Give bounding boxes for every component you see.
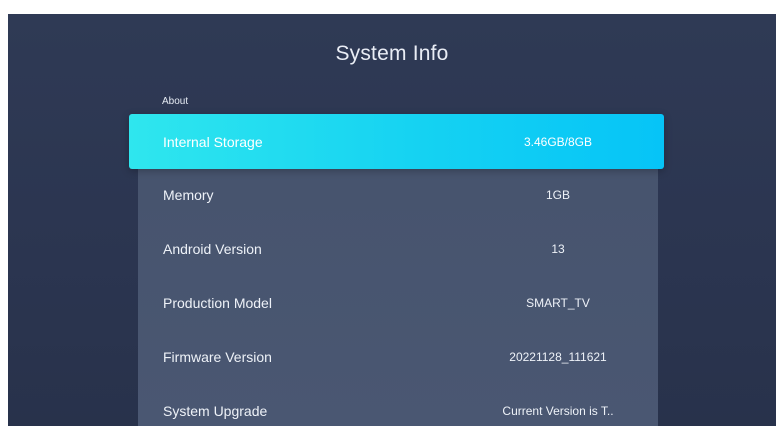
settings-item-label: Internal Storage [163,133,263,150]
page-title: System Info [335,42,449,65]
settings-item-label: Android Version [163,241,262,257]
settings-item-label: System Upgrade [163,403,268,419]
tv-screen: System Info About Internal Storage 3.46G… [8,14,776,426]
settings-item-label: Firmware Version [163,349,272,365]
settings-item-value: Current Version is T.. [502,404,614,418]
settings-item-value: 1GB [545,188,570,202]
settings-item-internal-storage[interactable]: Internal Storage 3.46GB/8GB [129,114,664,169]
settings-item-system-upgrade[interactable]: System Upgrade Current Version is T.. [138,384,658,426]
settings-item-label: Production Model [163,295,272,311]
settings-item-android-version[interactable]: Android Version 13 [138,222,658,276]
settings-item-value: 20221128_111621 [509,350,607,364]
settings-panel: Internal Storage 3.46GB/8GB Memory 1GB A… [129,114,664,426]
settings-item-firmware-version[interactable]: Firmware Version 20221128_111621 [138,330,658,384]
settings-item-value: 3.46GB/8GB [523,134,593,149]
settings-item-value: SMART_TV [526,296,590,310]
settings-item-label: Memory [163,187,214,203]
settings-item-value: 13 [551,242,565,256]
section-label-about: About [162,96,189,107]
settings-item-memory[interactable]: Memory 1GB [138,168,658,222]
settings-item-production-model[interactable]: Production Model SMART_TV [138,276,658,330]
